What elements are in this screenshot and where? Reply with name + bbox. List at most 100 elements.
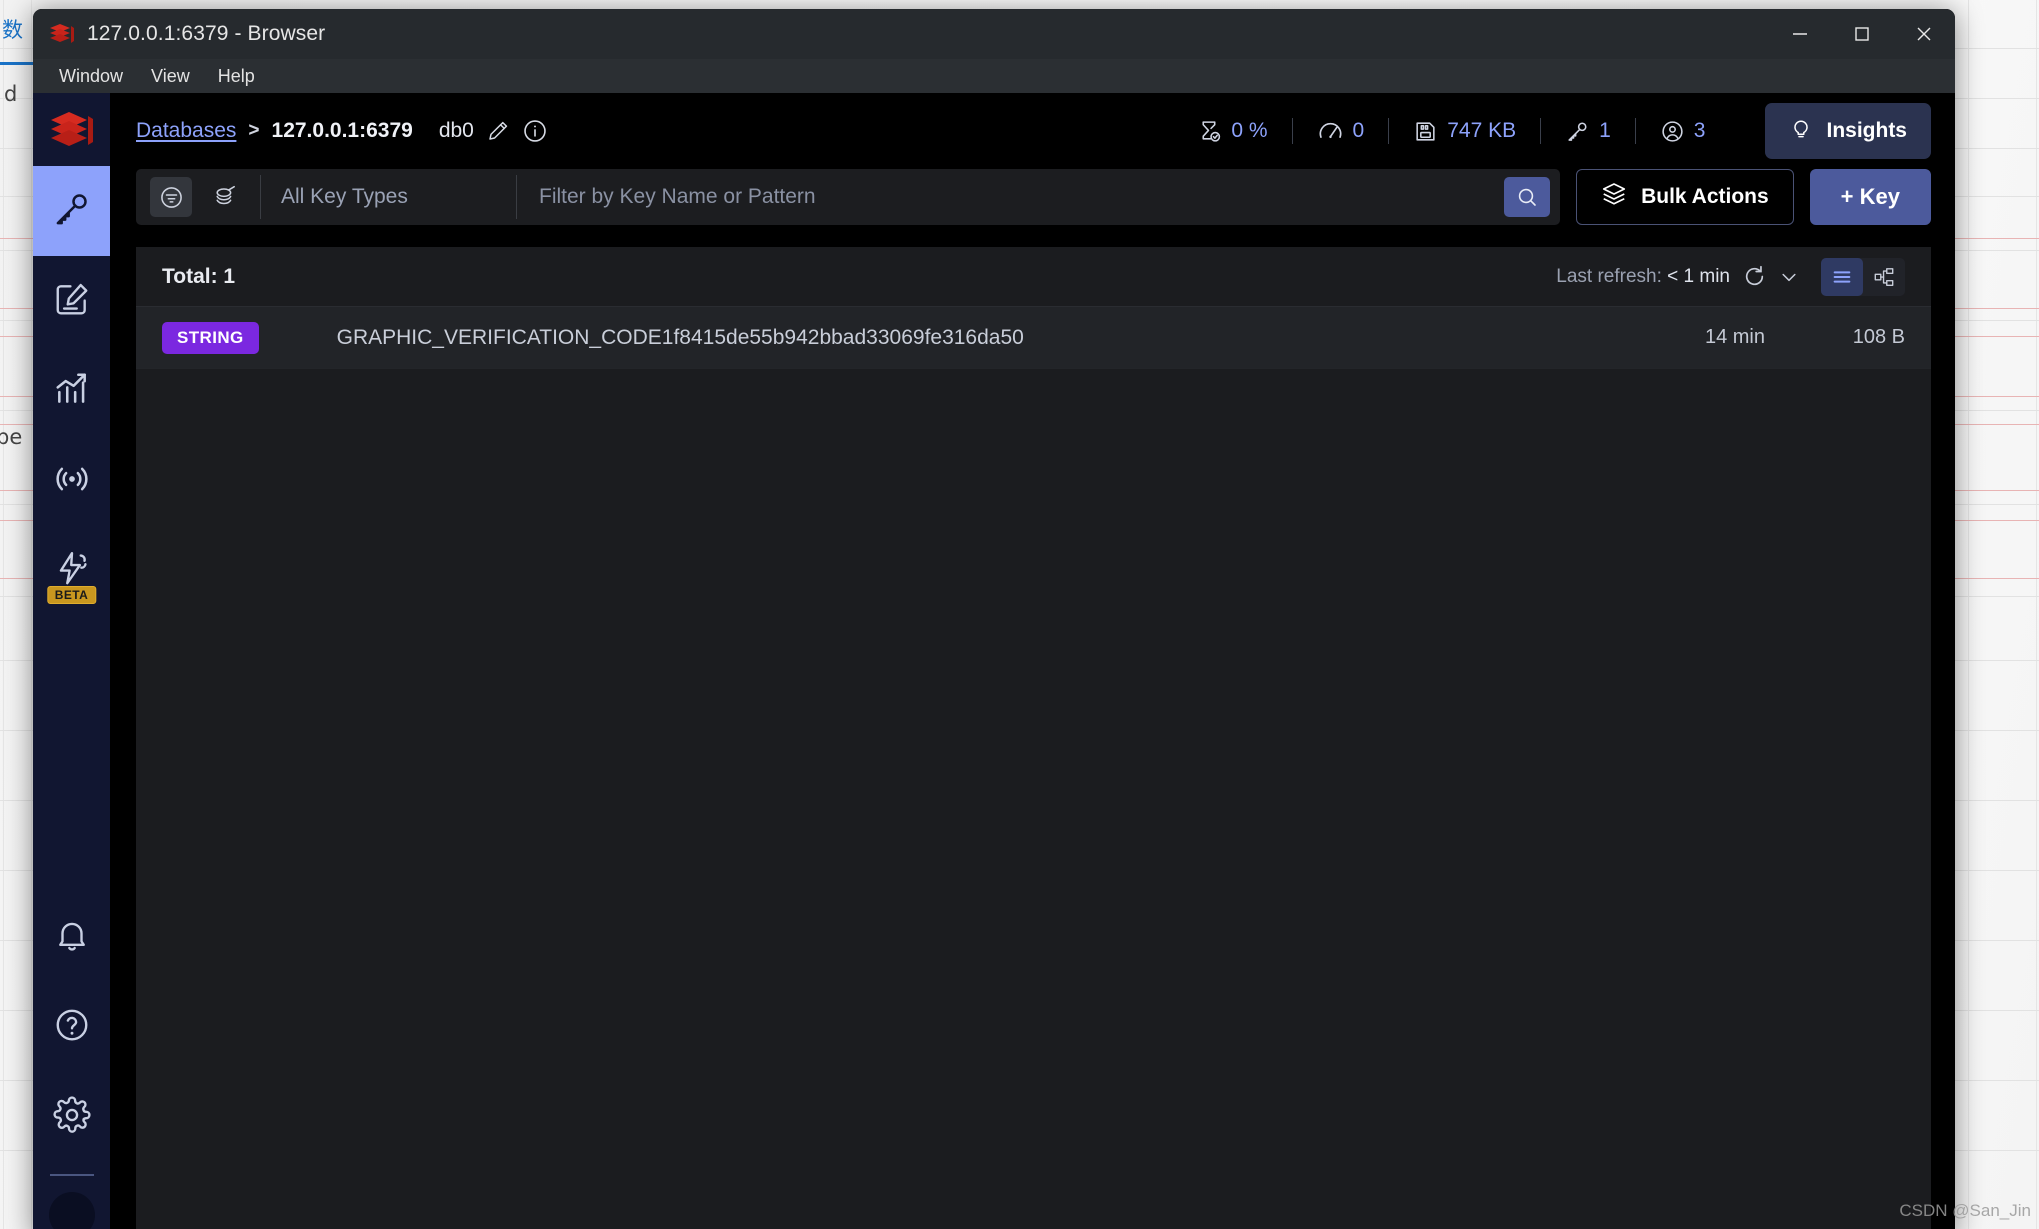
database-stats: 0 % 0 747 KB 1 3 <box>1173 118 1729 145</box>
memory-card-icon <box>1413 119 1438 144</box>
stat-cpu-value: 0 % <box>1231 119 1268 142</box>
menu-item-view[interactable]: View <box>139 62 202 91</box>
bg-text: be <box>0 425 23 449</box>
toolbar-icons <box>136 169 260 225</box>
sidebar-item-settings[interactable] <box>33 1072 110 1162</box>
stat-clients[interactable]: 3 <box>1636 119 1730 144</box>
beta-badge: BETA <box>46 586 97 604</box>
main-content: Databases > 127.0.0.1:6379 db0 0 % 0 747… <box>110 93 1955 1229</box>
menu-bar: Window View Help <box>33 59 1955 93</box>
title-bar[interactable]: 127.0.0.1:6379 - Browser <box>33 9 1955 59</box>
menu-item-help[interactable]: Help <box>206 62 267 91</box>
avatar[interactable] <box>48 1192 95 1229</box>
filter-group: All Key Types <box>136 169 1561 225</box>
window-title: 127.0.0.1:6379 - Browser <box>87 22 326 45</box>
bar-chart-icon <box>53 370 91 413</box>
database-header: Databases > 127.0.0.1:6379 db0 0 % 0 747… <box>110 93 1955 169</box>
info-circle-icon[interactable] <box>522 118 548 144</box>
close-icon[interactable] <box>1893 9 1955 59</box>
layers-icon <box>1601 181 1627 213</box>
key-type-select-value: All Key Types <box>281 185 408 208</box>
breadcrumb: Databases > 127.0.0.1:6379 db0 <box>136 118 548 144</box>
list-view-icon[interactable] <box>1821 257 1863 296</box>
stat-memory-value: 747 KB <box>1447 119 1517 142</box>
key-icon <box>52 189 92 234</box>
gear-icon <box>52 1095 91 1139</box>
database-index-label: db0 <box>438 119 474 142</box>
stat-clients-value: 3 <box>1693 119 1706 142</box>
title-bar-left: 127.0.0.1:6379 - Browser <box>33 22 325 46</box>
sidebar-item-browser[interactable] <box>33 166 110 256</box>
keys-toolbar: All Key Types Filter by Key Name or Patt… <box>136 169 1931 225</box>
key-name: GRAPHIC_VERIFICATION_CODE1f8415de55b942b… <box>336 325 1024 349</box>
keys-panel: Total: 1 Last refresh: < 1 min STRING GR… <box>136 247 1931 1229</box>
menu-item-window[interactable]: Window <box>47 62 135 91</box>
last-refresh-prefix: Last refresh: <box>1556 265 1668 287</box>
stat-commands[interactable]: 0 <box>1293 118 1389 145</box>
question-circle-icon <box>53 1006 91 1049</box>
sidebar-item-help[interactable] <box>33 982 110 1072</box>
refresh-icon[interactable] <box>1742 264 1767 289</box>
stat-memory[interactable]: 747 KB <box>1389 119 1540 144</box>
stat-cpu[interactable]: 0 % <box>1173 119 1291 144</box>
keys-panel-header: Total: 1 Last refresh: < 1 min <box>136 247 1931 307</box>
breadcrumb-current-database: 127.0.0.1:6379 <box>271 119 413 142</box>
bg-vline <box>1968 0 1969 1229</box>
minimize-icon[interactable] <box>1769 9 1831 59</box>
bulk-actions-label: Bulk Actions <box>1641 185 1769 208</box>
gauge-icon <box>1317 118 1344 145</box>
keys-list: STRING GRAPHIC_VERIFICATION_CODE1f8415de… <box>136 307 1931 1229</box>
bell-icon <box>53 916 91 959</box>
bulk-actions-button[interactable]: Bulk Actions <box>1576 169 1794 225</box>
filter-input-wrapper <box>517 169 1560 225</box>
key-size: 108 B <box>1852 326 1905 348</box>
sidebar: BETA <box>33 93 110 1229</box>
sidebar-item-triggers[interactable]: BETA <box>33 526 110 616</box>
stat-keys[interactable]: 1 <box>1541 119 1635 144</box>
application-window: 127.0.0.1:6379 - Browser Window View Hel… <box>33 9 1955 1229</box>
bg-underline <box>0 62 34 65</box>
tree-view-icon[interactable] <box>1863 258 1905 296</box>
sidebar-item-analytics[interactable] <box>33 346 110 436</box>
search-button[interactable] <box>1504 177 1551 217</box>
add-key-button[interactable]: + Key <box>1809 169 1931 225</box>
bg-vline <box>31 0 32 1229</box>
stat-keys-value: 1 <box>1599 119 1611 142</box>
sidebar-logo[interactable] <box>33 93 110 166</box>
maximize-icon[interactable] <box>1831 9 1893 59</box>
filter-input[interactable] <box>539 185 1505 209</box>
application-body: BETA Databases > 127.0.0.1:6379 db0 0 % … <box>33 93 1955 1229</box>
bg-vline <box>2036 0 2037 1229</box>
view-toggle-group <box>1821 257 1905 296</box>
insights-button-label: Insights <box>1826 119 1907 142</box>
lightbulb-icon <box>1789 116 1813 146</box>
bg-text: 数 <box>2 18 23 42</box>
total-keys-label: Total: 1 <box>162 264 236 288</box>
table-row[interactable]: STRING GRAPHIC_VERIFICATION_CODE1f8415de… <box>136 307 1931 369</box>
insights-button[interactable]: Insights <box>1765 103 1931 159</box>
status-badge: STRING <box>162 321 259 354</box>
broadcast-icon <box>53 460 91 503</box>
last-refresh-label: Last refresh: < 1 min <box>1556 266 1730 288</box>
window-controls <box>1769 9 1955 59</box>
stat-commands-value: 0 <box>1352 119 1365 142</box>
chevron-down-icon[interactable] <box>1779 267 1799 287</box>
user-circle-icon <box>1660 119 1685 144</box>
sidebar-divider <box>49 1174 94 1176</box>
pencil-icon[interactable] <box>486 119 510 143</box>
sidebar-item-notifications[interactable] <box>33 892 110 982</box>
add-key-label: + Key <box>1840 184 1900 209</box>
sidebar-item-pubsub[interactable] <box>33 436 110 526</box>
hourglass-check-icon <box>1197 119 1222 144</box>
last-refresh-value: < 1 min <box>1667 265 1730 287</box>
refresh-area: Last refresh: < 1 min <box>1556 257 1905 296</box>
key-type-select[interactable]: All Key Types <box>261 169 516 225</box>
sidebar-item-workbench[interactable] <box>33 256 110 346</box>
key-ttl: 14 min <box>1704 326 1765 348</box>
breadcrumb-databases-link[interactable]: Databases <box>136 119 236 143</box>
filter-icon[interactable] <box>150 177 192 217</box>
layers-scan-icon[interactable] <box>204 177 246 217</box>
bg-vline <box>3 0 4 1229</box>
breadcrumb-separator: > <box>248 120 260 141</box>
bg-text: d <box>4 82 18 106</box>
